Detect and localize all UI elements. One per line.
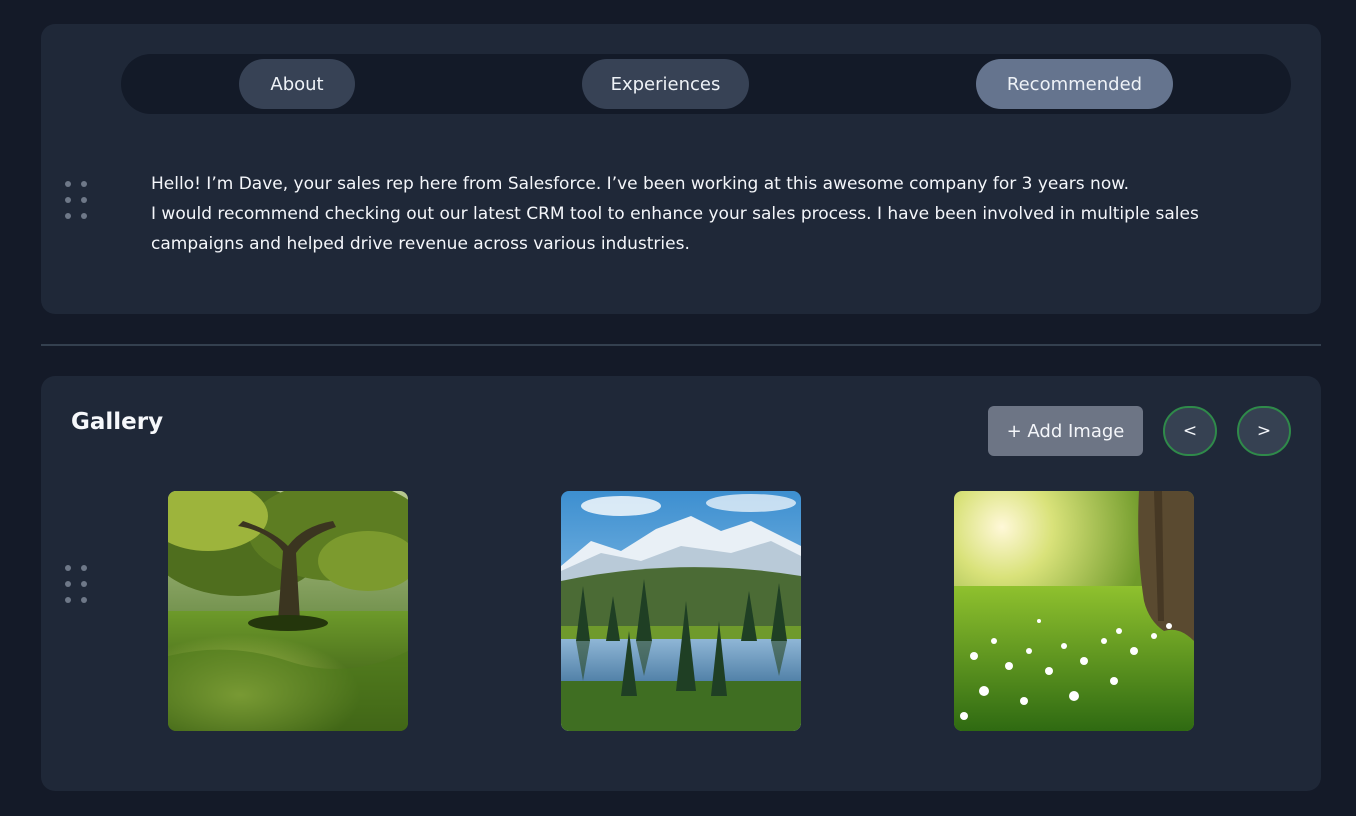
profile-card: About Experiences Recommended Hello! I’m… xyxy=(41,24,1321,314)
tab-experiences[interactable]: Experiences xyxy=(582,59,749,109)
gallery-image-flower-meadow[interactable] xyxy=(954,491,1194,731)
add-image-button[interactable]: + Add Image xyxy=(988,406,1143,456)
section-divider xyxy=(41,344,1321,346)
gallery-image-mountain-lake[interactable] xyxy=(561,491,801,731)
tab-recommended[interactable]: Recommended xyxy=(976,59,1173,109)
next-button[interactable]: > xyxy=(1237,406,1291,456)
tab-about[interactable]: About xyxy=(239,59,355,109)
tab-bar: About Experiences Recommended xyxy=(121,54,1291,114)
bio-text: Hello! I’m Dave, your sales rep here fro… xyxy=(151,169,1251,259)
gallery-title: Gallery xyxy=(71,409,164,435)
gallery-image-tree-meadow[interactable] xyxy=(168,491,408,731)
drag-handle-icon[interactable] xyxy=(65,565,87,603)
gallery-card: Gallery + Add Image < > xyxy=(41,376,1321,791)
flower-meadow-image xyxy=(954,491,1194,731)
bio-line-intro: Hello! I’m Dave, your sales rep here fro… xyxy=(151,174,1129,194)
mountain-lake-image xyxy=(561,491,801,731)
bio-line-recommendation: I would recommend checking out our lates… xyxy=(151,204,1199,254)
tree-meadow-image xyxy=(168,491,408,731)
drag-handle-icon[interactable] xyxy=(65,181,87,219)
previous-button[interactable]: < xyxy=(1163,406,1217,456)
